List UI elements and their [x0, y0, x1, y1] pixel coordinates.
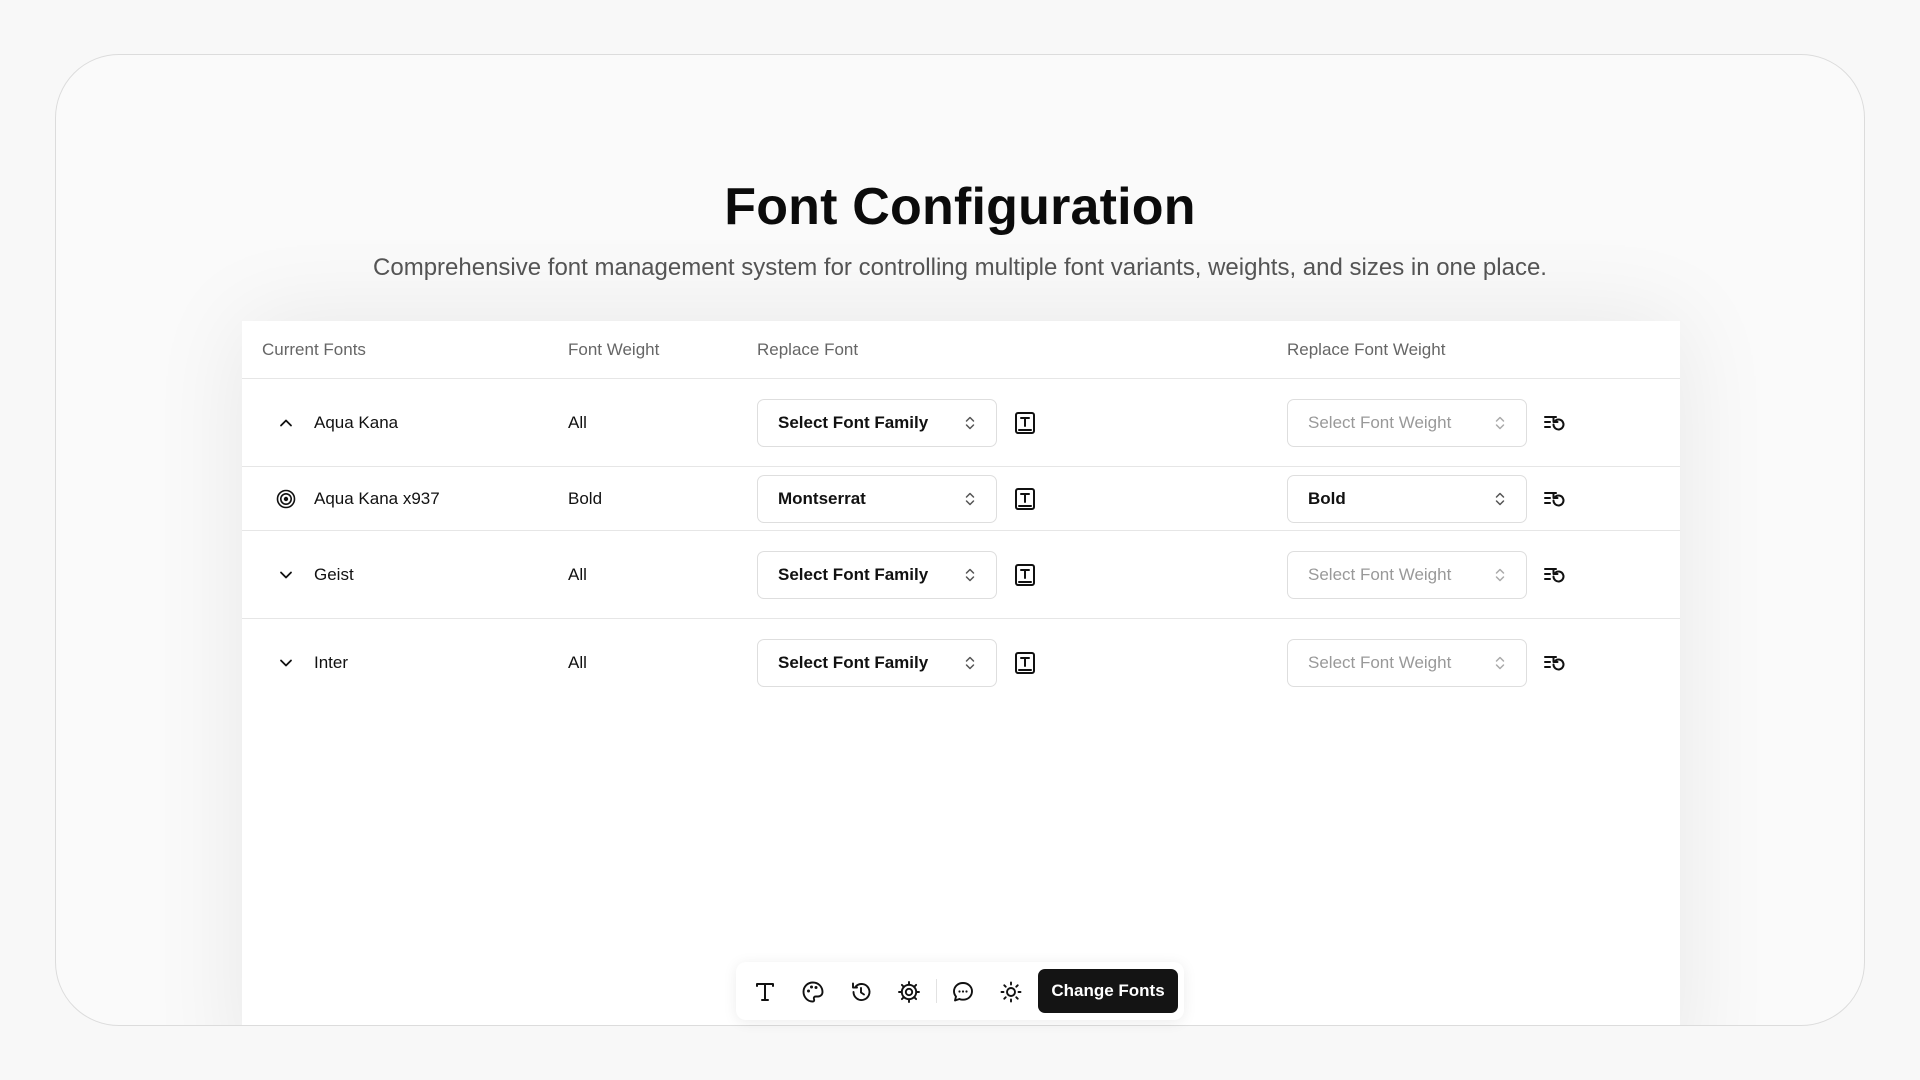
text-icon[interactable]	[752, 979, 778, 1005]
font-family-select[interactable]: Select Font Family	[757, 639, 997, 687]
font-weight-select[interactable]: Select Font Weight	[1287, 398, 1527, 447]
font-family-select-value: Select Font Family	[778, 653, 929, 672]
font-weight-select-value: Select Font Weight	[1308, 653, 1452, 672]
font-family-select-value: Select Font Family	[778, 412, 929, 432]
font-replace-icon[interactable]	[1012, 562, 1038, 588]
font-name: Aqua Kana	[314, 412, 399, 432]
font-name: Inter	[314, 653, 349, 672]
reset-list-icon[interactable]	[1542, 562, 1568, 588]
font-weight-select-value: Select Font Weight	[1308, 412, 1452, 432]
font-weight-select-value: Bold	[1308, 488, 1346, 508]
header-current-fonts: Current Fonts	[262, 340, 366, 359]
table-header: Current Fonts Font Weight Replace Font R…	[242, 321, 1680, 379]
font-weight-value: All	[568, 653, 587, 672]
font-family-select[interactable]: Select Font Family	[757, 398, 997, 447]
gear-icon[interactable]	[896, 979, 922, 1005]
header-font-weight: Font Weight	[568, 340, 660, 359]
table-row: Aqua Kana All Select Font Family Select …	[242, 379, 1680, 467]
font-weight-value: All	[568, 412, 587, 432]
chevron-up-down-icon	[1495, 568, 1505, 581]
font-family-select[interactable]: Montserrat	[757, 474, 997, 523]
chevron-up-down-icon	[965, 656, 975, 670]
table-row: Geist All Select Font Family Select Font…	[242, 531, 1680, 619]
reset-list-icon[interactable]	[1542, 410, 1568, 436]
font-name: Geist	[314, 564, 354, 584]
sun-icon[interactable]	[998, 979, 1024, 1005]
page-title: Font Configuration	[724, 178, 1196, 236]
chevron-up-down-icon	[965, 416, 975, 429]
history-icon[interactable]	[848, 979, 874, 1005]
chevron-up-down-icon	[965, 492, 975, 505]
table-row: Aqua Kana x937 Bold Montserrat Bold	[242, 467, 1680, 531]
chevron-up-down-icon	[965, 568, 975, 581]
app-shell: Font Configuration Comprehensive font ma…	[55, 54, 1865, 1026]
chevron-down-icon[interactable]	[276, 565, 296, 585]
target-icon	[276, 489, 296, 509]
header-replace-font-weight: Replace Font Weight	[1287, 340, 1446, 359]
reset-list-icon[interactable]	[1542, 486, 1568, 512]
chevron-up-down-icon	[1495, 492, 1505, 505]
font-table-card: Current Fonts Font Weight Replace Font R…	[242, 321, 1680, 1025]
font-name: Aqua Kana x937	[314, 488, 440, 508]
change-fonts-button[interactable]: Change Fonts	[1038, 969, 1178, 1013]
reset-list-icon[interactable]	[1542, 650, 1568, 676]
palette-icon[interactable]	[800, 979, 826, 1005]
font-replace-icon[interactable]	[1012, 410, 1038, 436]
font-weight-select[interactable]: Select Font Weight	[1287, 550, 1527, 599]
font-family-select-value: Montserrat	[778, 488, 866, 508]
font-family-select[interactable]: Select Font Family	[757, 550, 997, 599]
chevron-down-icon[interactable]	[276, 653, 296, 673]
font-replace-icon[interactable]	[1012, 486, 1038, 512]
font-weight-select[interactable]: Select Font Weight	[1287, 639, 1527, 687]
page-subtitle: Comprehensive font management system for…	[373, 254, 1547, 281]
chat-icon[interactable]	[950, 979, 976, 1005]
font-weight-select[interactable]: Bold	[1287, 474, 1527, 523]
chevron-up-icon[interactable]	[276, 413, 296, 433]
table-row: Inter All Select Font Family Select Font…	[242, 619, 1680, 707]
font-weight-value: Bold	[568, 488, 603, 508]
bottom-toolbar: Change Fonts	[736, 962, 1184, 1020]
chevron-up-down-icon	[1495, 656, 1505, 670]
font-weight-value: All	[568, 564, 587, 584]
font-weight-select-value: Select Font Weight	[1308, 564, 1452, 584]
toolbar-divider	[936, 979, 937, 1003]
font-family-select-value: Select Font Family	[778, 564, 929, 584]
header-replace-font: Replace Font	[757, 340, 859, 359]
chevron-up-down-icon	[1495, 416, 1505, 429]
font-replace-icon[interactable]	[1012, 650, 1038, 676]
